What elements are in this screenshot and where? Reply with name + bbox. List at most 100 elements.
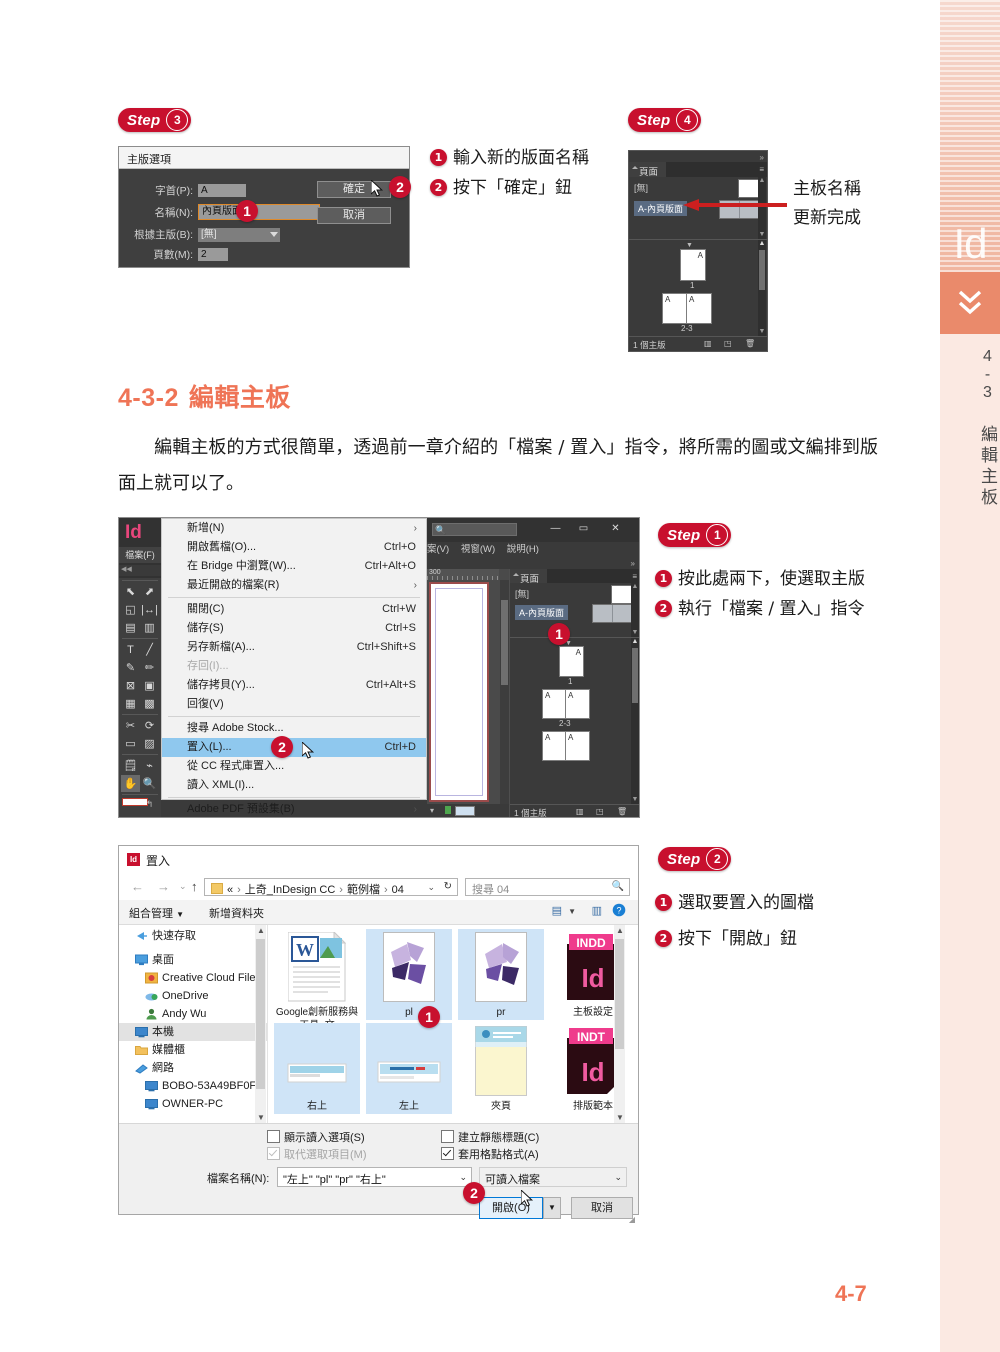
view-layout-icon[interactable]: ▤ bbox=[552, 904, 562, 917]
menu-help[interactable]: 說明(H) bbox=[507, 544, 539, 555]
delete-page-icon[interactable]: 🗑 bbox=[617, 807, 627, 816]
delete-page-icon[interactable]: 🗑 bbox=[745, 339, 755, 348]
page-thumb-1[interactable]: A bbox=[680, 249, 706, 281]
page-tool-icon[interactable]: ◱ bbox=[121, 601, 140, 618]
file-item-word[interactable]: W Google創新服務與工具_文 bbox=[274, 929, 360, 1032]
filetype-select[interactable]: 可讀入檔案 ⌄ bbox=[479, 1167, 627, 1187]
sidebar-item-creative-cloud-files[interactable]: Creative Cloud Files bbox=[119, 969, 267, 987]
gradient-feather-icon[interactable]: ▨ bbox=[140, 735, 159, 752]
menu-item[interactable]: 開啟舊檔(O)... Ctrl+O bbox=[162, 538, 426, 557]
content-collector-icon[interactable]: ▤ bbox=[121, 619, 140, 636]
panel-menu-icon[interactable]: ≡ bbox=[632, 572, 637, 581]
grid-tool-icon[interactable]: ▩ bbox=[140, 695, 159, 712]
chevron-down-icon[interactable]: ⌄ bbox=[614, 1172, 622, 1183]
chevron-down-icon[interactable]: ⌄ bbox=[459, 1172, 467, 1183]
scroll-down-icon[interactable]: ▼ bbox=[758, 328, 766, 336]
back-button[interactable]: ← bbox=[131, 879, 144, 894]
scroll-down-icon[interactable]: ▼ bbox=[631, 796, 639, 804]
menu-item[interactable]: Adobe PDF 預設集(B) › bbox=[162, 800, 426, 817]
scrollbar-thumb[interactable] bbox=[256, 939, 265, 1089]
maximize-button[interactable]: ▭ bbox=[572, 521, 595, 537]
content-placer-icon[interactable]: ▥ bbox=[140, 619, 159, 636]
pencil-tool-icon[interactable]: ✏ bbox=[140, 659, 159, 676]
page-thumb-1[interactable]: A bbox=[559, 646, 584, 677]
menu-item[interactable]: 關閉(C) Ctrl+W bbox=[162, 600, 426, 619]
menu-item[interactable]: 讀入 XML(I)... bbox=[162, 776, 426, 795]
checkbox-create-static-caption[interactable]: 建立靜態標題(C) bbox=[441, 1129, 539, 1145]
search-input[interactable]: 🔍 bbox=[432, 523, 517, 536]
scrollbar-thumb[interactable] bbox=[615, 939, 624, 1049]
file-item-top-left[interactable]: 左上 bbox=[366, 1023, 452, 1114]
sidebar-item-quick-access[interactable]: 快速存取 bbox=[119, 927, 267, 945]
panel-menu-icon[interactable]: ≡ bbox=[759, 165, 764, 174]
help-icon[interactable]: ? bbox=[612, 903, 626, 922]
sidebar-item-network[interactable]: 網路 bbox=[119, 1059, 267, 1077]
scroll-up-icon[interactable]: ▲ bbox=[257, 926, 265, 935]
breadcrumb[interactable]: «› 上奇_InDesign CC › 範例檔 › 04 ⌄ ↻ bbox=[204, 878, 458, 896]
panel-collapse-bar[interactable]: » bbox=[427, 558, 639, 569]
sidebar-item-desktop[interactable]: 桌面 bbox=[119, 951, 267, 969]
file-item-top-right[interactable]: 右上 bbox=[274, 1023, 360, 1114]
menu-item-place[interactable]: 置入(L)... Ctrl+D bbox=[162, 738, 426, 757]
file-item-pr[interactable]: pr bbox=[458, 929, 544, 1020]
rotate-tool-icon[interactable]: ⟳ bbox=[140, 717, 159, 734]
edit-page-size-icon[interactable]: ▥ bbox=[704, 339, 712, 348]
new-page-icon[interactable]: ◳ bbox=[724, 339, 732, 348]
page-thumb-3[interactable]: A bbox=[686, 293, 712, 324]
scroll-up-icon[interactable]: ▲ bbox=[631, 583, 639, 591]
menu-item[interactable]: 從 CC 程式庫置入... bbox=[162, 757, 426, 776]
scroll-up-icon[interactable]: ▲ bbox=[631, 638, 639, 646]
toolbox-collapse-icon[interactable]: ◀◀ bbox=[119, 565, 161, 576]
page-thumb-3[interactable]: A bbox=[565, 689, 590, 719]
filename-input[interactable]: "左上" "pl" "pr" "右上" ⌄ bbox=[277, 1167, 472, 1187]
scroll-up-icon[interactable]: ▲ bbox=[616, 926, 624, 935]
line-tool-icon[interactable]: ╱ bbox=[140, 641, 159, 658]
menu-item[interactable]: 最近開啟的檔案(R) › bbox=[162, 576, 426, 595]
new-page-icon[interactable]: ◳ bbox=[596, 807, 604, 816]
scrollbar-thumb[interactable] bbox=[501, 600, 508, 685]
pen-tool-icon[interactable]: ✎ bbox=[121, 659, 140, 676]
collapse-icon[interactable]: » bbox=[631, 559, 635, 568]
recent-locations-button[interactable]: ⌄ bbox=[179, 881, 187, 892]
preview-pane-icon[interactable]: ▥ bbox=[592, 904, 602, 917]
spread-view-icon[interactable] bbox=[455, 806, 475, 816]
sidebar-item-owner-pc[interactable]: OWNER-PC bbox=[119, 1095, 267, 1113]
based-on-select[interactable]: [無] bbox=[198, 227, 280, 242]
page-thumb-4[interactable]: A bbox=[542, 731, 567, 761]
menu-item[interactable]: 儲存(S) Ctrl+S bbox=[162, 619, 426, 638]
gradient-tool-icon[interactable]: ▭ bbox=[121, 735, 140, 752]
close-button[interactable]: ✕ bbox=[604, 521, 627, 537]
pages-count-input[interactable]: 2 bbox=[198, 248, 228, 261]
free-transform-icon[interactable]: ▦ bbox=[121, 695, 140, 712]
frame-tool-icon[interactable]: ⊠ bbox=[121, 677, 140, 694]
page-nav-down-icon[interactable]: ▾ bbox=[430, 806, 434, 815]
swap-fill-stroke-icon[interactable]: ↰ bbox=[140, 796, 159, 813]
scissors-tool-icon[interactable]: ✂ bbox=[121, 717, 140, 734]
menu-item[interactable]: 另存新檔(A)... Ctrl+Shift+S bbox=[162, 638, 426, 657]
forward-button[interactable]: → bbox=[157, 879, 170, 894]
search-input[interactable]: 搜尋 04 🔍 bbox=[465, 878, 630, 896]
organize-button[interactable]: 組合管理 ▼ bbox=[129, 905, 184, 921]
resize-grip-icon[interactable]: ◢ bbox=[629, 1215, 635, 1224]
minimize-button[interactable]: — bbox=[544, 521, 567, 537]
menu-item[interactable]: 在 Bridge 中瀏覽(W)... Ctrl+Alt+O bbox=[162, 557, 426, 576]
chevron-down-icon[interactable]: ▼ bbox=[568, 907, 576, 916]
page-thumb-2[interactable]: A bbox=[662, 293, 688, 324]
document-page[interactable] bbox=[429, 582, 489, 802]
edit-page-size-icon[interactable]: ▥ bbox=[576, 807, 584, 816]
note-tool-icon[interactable]: 🗒 bbox=[121, 757, 140, 774]
scrollbar-thumb[interactable] bbox=[759, 250, 765, 290]
zoom-tool-icon[interactable]: 🔍 bbox=[140, 775, 159, 792]
master-row-a[interactable]: A-內頁版面 bbox=[510, 602, 639, 623]
scrollbar-thumb[interactable] bbox=[632, 648, 638, 703]
masters-scrollbar[interactable]: ▲ ▼ bbox=[631, 583, 639, 637]
menu-item[interactable]: 儲存拷貝(Y)... Ctrl+Alt+S bbox=[162, 676, 426, 695]
up-button[interactable]: ↑ bbox=[191, 879, 198, 894]
breadcrumb-2[interactable]: 範例檔 bbox=[347, 884, 380, 896]
new-folder-button[interactable]: 新增資料夾 bbox=[209, 905, 264, 921]
master-row-none[interactable]: [無] bbox=[629, 177, 767, 198]
checkbox-icon[interactable] bbox=[267, 1130, 280, 1143]
selection-tool-icon[interactable]: ⬉ bbox=[121, 583, 140, 600]
scroll-down-icon[interactable]: ▼ bbox=[631, 629, 639, 637]
cancel-button[interactable]: 取消 bbox=[571, 1197, 633, 1219]
